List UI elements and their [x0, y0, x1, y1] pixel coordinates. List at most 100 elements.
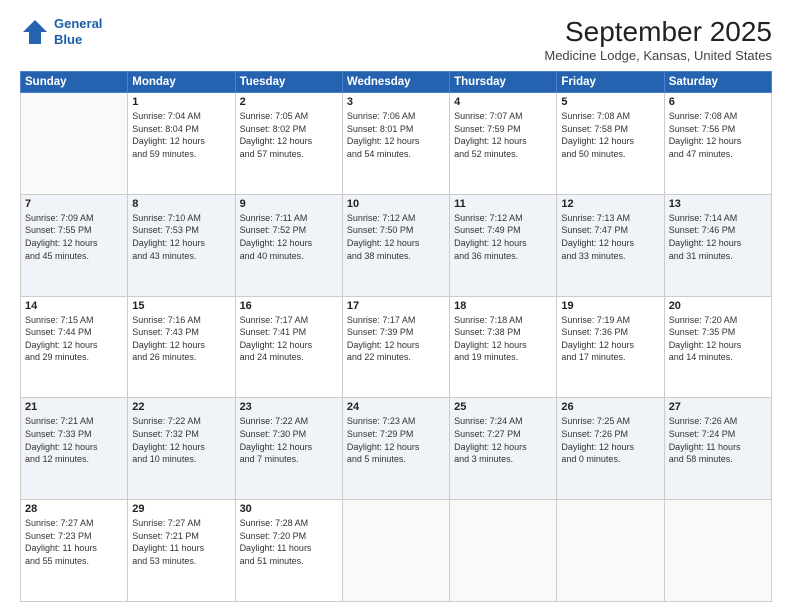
day-number: 20: [669, 300, 767, 312]
calendar-cell: 16 Sunrise: 7:17 AM Sunset: 7:41 PM Dayli…: [235, 296, 342, 398]
calendar-cell: 17 Sunrise: 7:17 AM Sunset: 7:39 PM Dayli…: [342, 296, 449, 398]
calendar-cell: 6 Sunrise: 7:08 AM Sunset: 7:56 PM Daylig…: [664, 93, 771, 195]
day-number: 2: [240, 96, 338, 108]
day-number: 17: [347, 300, 445, 312]
logo-icon: [20, 17, 50, 47]
day-info: Sunrise: 7:11 AM Sunset: 7:52 PM Dayligh…: [240, 212, 338, 262]
logo-line2: Blue: [54, 32, 102, 48]
calendar-week-3: 14Sunrise: 7:15 AM Sunset: 7:44 PM Dayli…: [21, 296, 772, 398]
day-info: Sunrise: 7:26 AM Sunset: 7:24 PM Dayligh…: [669, 415, 767, 465]
col-thursday: Thursday: [450, 72, 557, 93]
day-info: Sunrise: 7:20 AM Sunset: 7:35 PM Dayligh…: [669, 314, 767, 364]
day-info: Sunrise: 7:06 AM Sunset: 8:01 PM Dayligh…: [347, 110, 445, 160]
title-block: September 2025 Medicine Lodge, Kansas, U…: [544, 16, 772, 63]
calendar-cell: 23Sunrise: 7:22 AM Sunset: 7:30 PM Dayli…: [235, 398, 342, 500]
day-info: Sunrise: 7:19 AM Sunset: 7:36 PM Dayligh…: [561, 314, 659, 364]
calendar-cell: 29 Sunrise: 7:27 AM Sunset: 7:21 PM Dayli…: [128, 500, 235, 602]
col-wednesday: Wednesday: [342, 72, 449, 93]
day-info: Sunrise: 7:12 AM Sunset: 7:50 PM Dayligh…: [347, 212, 445, 262]
day-info: Sunrise: 7:14 AM Sunset: 7:46 PM Dayligh…: [669, 212, 767, 262]
col-tuesday: Tuesday: [235, 72, 342, 93]
day-number: 26: [561, 401, 659, 413]
day-number: 27: [669, 401, 767, 413]
calendar-cell: 19 Sunrise: 7:19 AM Sunset: 7:36 PM Dayli…: [557, 296, 664, 398]
col-sunday: Sunday: [21, 72, 128, 93]
calendar-cell: [342, 500, 449, 602]
calendar-cell: 8 Sunrise: 7:10 AM Sunset: 7:53 PM Daylig…: [128, 194, 235, 296]
day-number: 8: [132, 198, 230, 210]
day-number: 1: [132, 96, 230, 108]
day-info: Sunrise: 7:05 AM Sunset: 8:02 PM Dayligh…: [240, 110, 338, 160]
day-info: Sunrise: 7:16 AM Sunset: 7:43 PM Dayligh…: [132, 314, 230, 364]
day-number: 21: [25, 401, 123, 413]
day-info: Sunrise: 7:10 AM Sunset: 7:53 PM Dayligh…: [132, 212, 230, 262]
logo-text: General Blue: [54, 16, 102, 47]
day-number: 25: [454, 401, 552, 413]
day-info: Sunrise: 7:27 AM Sunset: 7:21 PM Dayligh…: [132, 517, 230, 567]
day-number: 22: [132, 401, 230, 413]
day-number: 13: [669, 198, 767, 210]
day-info: Sunrise: 7:27 AM Sunset: 7:23 PM Dayligh…: [25, 517, 123, 567]
calendar-cell: 4Sunrise: 7:07 AM Sunset: 7:59 PM Daylig…: [450, 93, 557, 195]
calendar-cell: 18 Sunrise: 7:18 AM Sunset: 7:38 PM Dayli…: [450, 296, 557, 398]
calendar-cell: 2 Sunrise: 7:05 AM Sunset: 8:02 PM Daylig…: [235, 93, 342, 195]
day-info: Sunrise: 7:22 AM Sunset: 7:30 PM Dayligh…: [240, 415, 338, 465]
day-number: 16: [240, 300, 338, 312]
day-number: 3: [347, 96, 445, 108]
calendar-cell: 12 Sunrise: 7:13 AM Sunset: 7:47 PM Dayli…: [557, 194, 664, 296]
calendar-cell: 22 Sunrise: 7:22 AM Sunset: 7:32 PM Dayli…: [128, 398, 235, 500]
day-number: 30: [240, 503, 338, 515]
day-number: 18: [454, 300, 552, 312]
day-info: Sunrise: 7:07 AM Sunset: 7:59 PM Dayligh…: [454, 110, 552, 160]
day-info: Sunrise: 7:15 AM Sunset: 7:44 PM Dayligh…: [25, 314, 123, 364]
day-info: Sunrise: 7:28 AM Sunset: 7:20 PM Dayligh…: [240, 517, 338, 567]
calendar-week-1: 1 Sunrise: 7:04 AM Sunset: 8:04 PM Daylig…: [21, 93, 772, 195]
day-info: Sunrise: 7:08 AM Sunset: 7:56 PM Dayligh…: [669, 110, 767, 160]
calendar-cell: 14Sunrise: 7:15 AM Sunset: 7:44 PM Dayli…: [21, 296, 128, 398]
day-info: Sunrise: 7:24 AM Sunset: 7:27 PM Dayligh…: [454, 415, 552, 465]
calendar-cell: 27 Sunrise: 7:26 AM Sunset: 7:24 PM Dayli…: [664, 398, 771, 500]
logo: General Blue: [20, 16, 102, 47]
day-number: 10: [347, 198, 445, 210]
calendar-cell: [450, 500, 557, 602]
day-number: 24: [347, 401, 445, 413]
calendar-cell: 7Sunrise: 7:09 AM Sunset: 7:55 PM Daylig…: [21, 194, 128, 296]
calendar-cell: 9Sunrise: 7:11 AM Sunset: 7:52 PM Daylig…: [235, 194, 342, 296]
day-info: Sunrise: 7:25 AM Sunset: 7:26 PM Dayligh…: [561, 415, 659, 465]
day-info: Sunrise: 7:12 AM Sunset: 7:49 PM Dayligh…: [454, 212, 552, 262]
page: General Blue September 2025 Medicine Lod…: [0, 0, 792, 612]
day-number: 29: [132, 503, 230, 515]
location: Medicine Lodge, Kansas, United States: [544, 48, 772, 63]
day-info: Sunrise: 7:08 AM Sunset: 7:58 PM Dayligh…: [561, 110, 659, 160]
calendar-cell: 10 Sunrise: 7:12 AM Sunset: 7:50 PM Dayli…: [342, 194, 449, 296]
day-info: Sunrise: 7:17 AM Sunset: 7:41 PM Dayligh…: [240, 314, 338, 364]
calendar-cell: [664, 500, 771, 602]
day-number: 19: [561, 300, 659, 312]
calendar-cell: 13 Sunrise: 7:14 AM Sunset: 7:46 PM Dayli…: [664, 194, 771, 296]
day-number: 28: [25, 503, 123, 515]
day-info: Sunrise: 7:22 AM Sunset: 7:32 PM Dayligh…: [132, 415, 230, 465]
day-info: Sunrise: 7:21 AM Sunset: 7:33 PM Dayligh…: [25, 415, 123, 465]
calendar-week-2: 7Sunrise: 7:09 AM Sunset: 7:55 PM Daylig…: [21, 194, 772, 296]
calendar-cell: 28 Sunrise: 7:27 AM Sunset: 7:23 PM Dayli…: [21, 500, 128, 602]
day-number: 5: [561, 96, 659, 108]
calendar-cell: 30 Sunrise: 7:28 AM Sunset: 7:20 PM Dayli…: [235, 500, 342, 602]
calendar-table: Sunday Monday Tuesday Wednesday Thursday…: [20, 71, 772, 602]
day-info: Sunrise: 7:23 AM Sunset: 7:29 PM Dayligh…: [347, 415, 445, 465]
day-info: Sunrise: 7:04 AM Sunset: 8:04 PM Dayligh…: [132, 110, 230, 160]
day-info: Sunrise: 7:17 AM Sunset: 7:39 PM Dayligh…: [347, 314, 445, 364]
calendar-cell: 26 Sunrise: 7:25 AM Sunset: 7:26 PM Dayli…: [557, 398, 664, 500]
day-info: Sunrise: 7:13 AM Sunset: 7:47 PM Dayligh…: [561, 212, 659, 262]
calendar-cell: 24 Sunrise: 7:23 AM Sunset: 7:29 PM Dayli…: [342, 398, 449, 500]
calendar-cell: 1 Sunrise: 7:04 AM Sunset: 8:04 PM Daylig…: [128, 93, 235, 195]
calendar-week-4: 21 Sunrise: 7:21 AM Sunset: 7:33 PM Dayli…: [21, 398, 772, 500]
col-friday: Friday: [557, 72, 664, 93]
day-number: 6: [669, 96, 767, 108]
col-monday: Monday: [128, 72, 235, 93]
calendar-cell: 21 Sunrise: 7:21 AM Sunset: 7:33 PM Dayli…: [21, 398, 128, 500]
calendar-week-5: 28 Sunrise: 7:27 AM Sunset: 7:23 PM Dayli…: [21, 500, 772, 602]
calendar-cell: 25 Sunrise: 7:24 AM Sunset: 7:27 PM Dayli…: [450, 398, 557, 500]
day-number: 12: [561, 198, 659, 210]
day-info: Sunrise: 7:18 AM Sunset: 7:38 PM Dayligh…: [454, 314, 552, 364]
calendar-cell: 15Sunrise: 7:16 AM Sunset: 7:43 PM Dayli…: [128, 296, 235, 398]
